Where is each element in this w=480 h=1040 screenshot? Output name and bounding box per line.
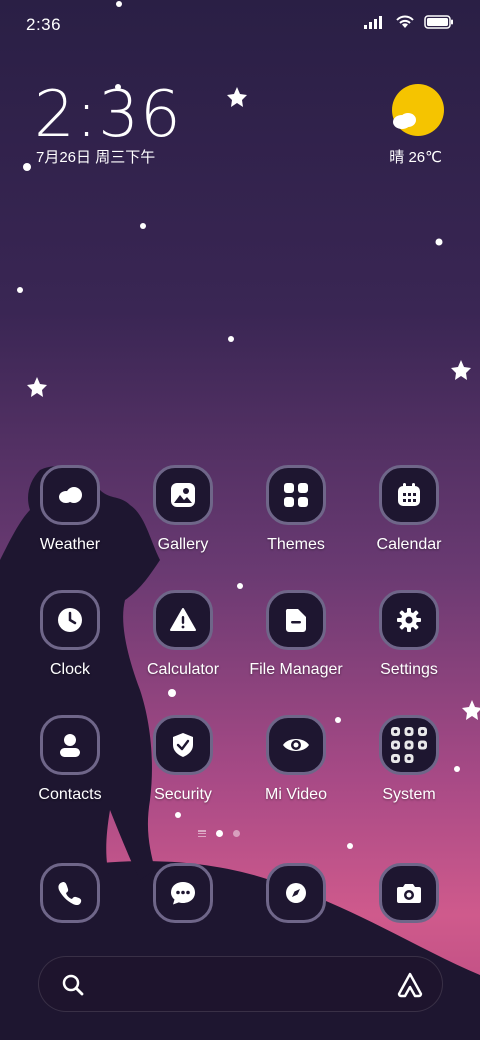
page-list-icon	[198, 830, 206, 837]
messages-icon	[153, 863, 213, 923]
phone-icon	[40, 863, 100, 923]
app-themes[interactable]: Themes	[240, 465, 352, 554]
person-icon	[40, 715, 100, 775]
gear-icon	[379, 590, 439, 650]
gallery-icon	[153, 465, 213, 525]
sun-cloud-icon[interactable]	[388, 84, 444, 140]
app-label: Themes	[267, 536, 325, 553]
dock-phone[interactable]	[14, 863, 126, 923]
camera-icon	[379, 863, 439, 923]
app-label: Mi Video	[265, 786, 327, 803]
battery-icon	[424, 15, 453, 29]
status-icons	[364, 15, 454, 29]
app-contacts[interactable]: Contacts	[14, 715, 126, 804]
assistant-icon[interactable]	[396, 971, 424, 999]
search-bar[interactable]	[38, 956, 443, 1012]
dock-camera[interactable]	[353, 863, 465, 923]
eye-icon	[266, 715, 326, 775]
app-label: Weather	[39, 536, 101, 553]
app-label: System	[382, 786, 436, 803]
clock-widget-date[interactable]: 7月26日 周三下午	[36, 146, 155, 167]
weather-icon	[40, 465, 100, 525]
weather-widget-text[interactable]: 晴 26℃	[389, 146, 442, 167]
status-bar: 2:36	[0, 0, 480, 50]
app-weather[interactable]: Weather	[14, 465, 126, 554]
app-calendar[interactable]: Calendar	[353, 465, 465, 554]
page-dot-active	[216, 830, 223, 837]
app-mi-video[interactable]: Mi Video	[240, 715, 352, 804]
dock-messages[interactable]	[127, 863, 239, 923]
app-clock[interactable]: Clock	[14, 590, 126, 679]
warning-icon	[153, 590, 213, 650]
app-calculator[interactable]: Calculator	[127, 590, 239, 679]
shield-icon	[153, 715, 213, 775]
clock-widget-time[interactable]: 2:36	[34, 78, 182, 152]
app-security[interactable]: Security	[127, 715, 239, 804]
app-folder-system[interactable]: System	[353, 715, 465, 804]
status-time: 2:36	[26, 15, 62, 34]
app-label: Security	[154, 786, 212, 803]
themes-icon	[266, 465, 326, 525]
app-label: Calculator	[146, 661, 220, 678]
app-gallery[interactable]: Gallery	[127, 465, 239, 554]
folder-icon	[266, 590, 326, 650]
app-label: Clock	[49, 661, 90, 678]
folder-grid-icon	[379, 715, 439, 775]
app-label: Gallery	[157, 536, 209, 553]
clock-icon	[40, 590, 100, 650]
app-label: Settings	[380, 661, 438, 678]
calendar-icon	[379, 465, 439, 525]
app-file-manager[interactable]: File Manager	[240, 590, 352, 679]
app-settings[interactable]: Settings	[353, 590, 465, 679]
page-dot	[233, 830, 240, 837]
page-indicator[interactable]	[198, 830, 240, 837]
app-label: File Manager	[249, 661, 343, 678]
compass-icon	[266, 863, 326, 923]
app-label: Calendar	[376, 536, 442, 553]
app-label: Contacts	[38, 786, 102, 803]
wifi-icon	[396, 15, 414, 28]
dock-browser[interactable]	[240, 863, 352, 923]
search-icon[interactable]	[61, 973, 85, 997]
signal-icon	[364, 16, 382, 29]
